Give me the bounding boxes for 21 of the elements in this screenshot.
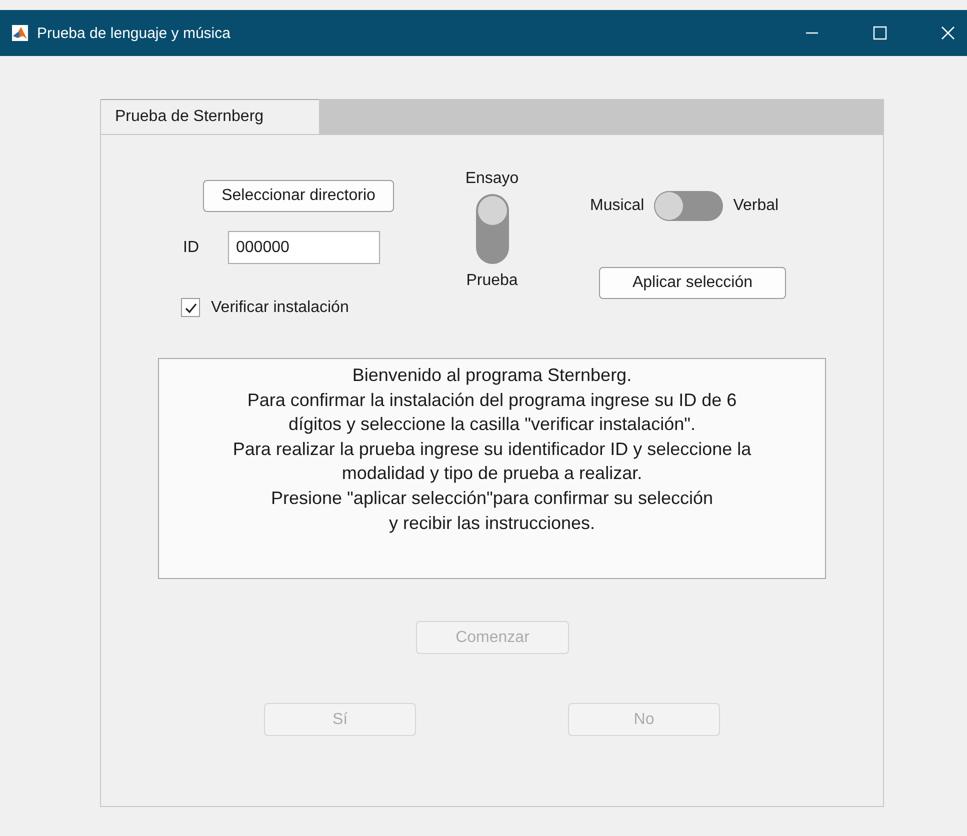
toggle-switch[interactable] xyxy=(476,194,508,264)
checkbox-label: Verificar instalación xyxy=(211,298,349,316)
maximize-icon[interactable] xyxy=(873,26,887,40)
message-text: Bienvenido al programa Sternberg. Para confirmar la instalación del programa ingrese su ID de 6 dígitos y seleccione la casilla "verificar instalación". Para realizar la prueba ingrese su identificador ID y seleccione la modalidad y tipo de prueba a realizar. Presione "aplicar selección"para confirmar su selección y recibir las instrucciones. xyxy=(158,358,826,579)
toggle-switch[interactable] xyxy=(654,191,724,221)
switch-thumb[interactable] xyxy=(478,196,506,225)
id-label: ID xyxy=(183,238,200,256)
checkbox[interactable] xyxy=(181,298,200,317)
apply-selection-button[interactable]: Aplicar selección xyxy=(599,267,786,299)
select-directory-button[interactable]: Seleccionar directorio xyxy=(203,180,394,212)
switch-label: Prueba xyxy=(466,272,518,290)
switch-thumb[interactable] xyxy=(655,192,684,220)
peak-icon xyxy=(12,25,28,41)
close-icon[interactable] xyxy=(941,26,955,40)
tab[interactable]: Prueba de Sternberg xyxy=(101,99,319,134)
check-icon xyxy=(184,300,198,314)
id-field[interactable]: 000000 xyxy=(228,231,380,264)
switch-label: Ensayo xyxy=(465,170,519,188)
window-title: Prueba de lenguaje y música xyxy=(37,24,230,42)
switch-label: Verbal xyxy=(733,197,779,215)
switch-label: Musical xyxy=(590,197,644,215)
